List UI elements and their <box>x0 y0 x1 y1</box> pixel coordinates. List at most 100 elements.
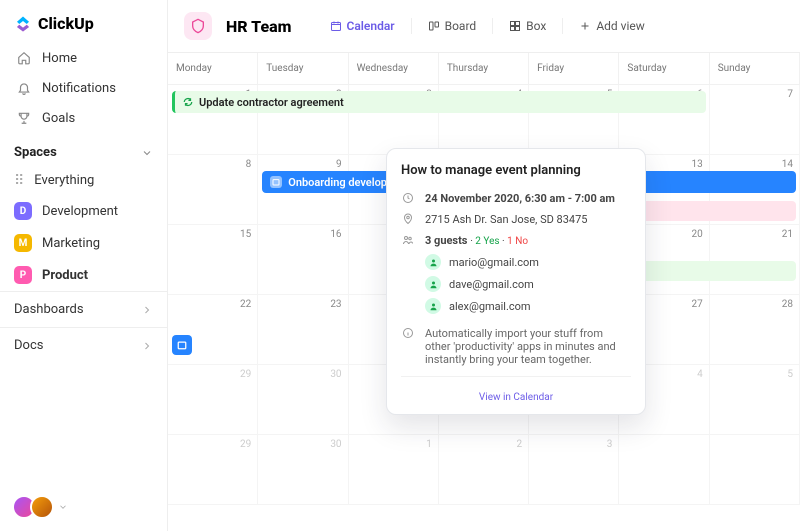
nav-notifications-label: Notifications <box>42 81 116 96</box>
calendar-cell[interactable]: 15 <box>168 225 258 295</box>
main: HR Team Calendar Board Box <box>168 0 800 531</box>
user-avatar-icon <box>425 276 441 292</box>
nav-home-label: Home <box>42 51 77 66</box>
calendar-cell[interactable] <box>619 435 709 505</box>
chevron-right-icon <box>141 340 153 352</box>
calendar-cell[interactable]: 30 <box>258 435 348 505</box>
guest-email: mario@gmail.com <box>449 256 539 269</box>
calendar-cell[interactable]: 21 <box>710 225 800 295</box>
date-number: 5 <box>787 369 793 380</box>
spaces-title: Spaces <box>14 145 57 160</box>
add-view[interactable]: Add view <box>571 15 652 37</box>
clickup-logo-icon <box>14 15 32 33</box>
calendar-chip-icon <box>270 176 282 188</box>
space-everything[interactable]: ⠿ Everything <box>0 166 167 195</box>
popover-datetime-value: 24 November 2020, 6:30 am - 7:00 am <box>425 192 615 205</box>
popover-title: How to manage event planning <box>401 163 631 178</box>
sidebar-dashboards[interactable]: Dashboards <box>0 291 167 327</box>
spaces-header[interactable]: Spaces <box>0 133 167 166</box>
clock-icon <box>401 192 415 204</box>
calendar-cell[interactable]: 3 <box>529 435 619 505</box>
space-development[interactable]: D Development <box>0 195 167 227</box>
date-number: 30 <box>330 369 341 380</box>
view-switcher: Calendar Board Box Add view <box>322 15 653 37</box>
popover-footer: View in Calendar <box>401 376 631 404</box>
date-number: 27 <box>691 299 702 310</box>
day-header: Wednesday <box>349 53 439 85</box>
date-number: 22 <box>240 299 251 310</box>
user-avatar-icon <box>425 298 441 314</box>
view-box-label: Box <box>526 19 546 33</box>
guest-item: mario@gmail.com <box>425 251 631 273</box>
calendar-cell[interactable]: 7 <box>710 85 800 155</box>
space-label: Product <box>42 268 88 283</box>
day-header: Saturday <box>619 53 709 85</box>
popover-guest-list: mario@gmail.com dave@gmail.com alex@gmai… <box>401 251 631 317</box>
date-number: 29 <box>240 439 251 450</box>
view-board-label: Board <box>445 19 477 33</box>
event-popover: How to manage event planning 24 November… <box>386 148 646 415</box>
calendar-icon <box>330 20 342 32</box>
brand-logo[interactable]: ClickUp <box>0 0 167 43</box>
date-number: 1 <box>426 439 432 450</box>
separator <box>411 18 412 34</box>
space-label: Marketing <box>42 236 100 251</box>
brand-name: ClickUp <box>38 14 94 33</box>
nav-goals-label: Goals <box>42 111 75 126</box>
space-chip-icon[interactable] <box>184 12 212 40</box>
page-title: HR Team <box>226 17 292 36</box>
event-mini[interactable] <box>172 335 192 355</box>
sidebar-docs-label: Docs <box>14 338 43 353</box>
guest-item: dave@gmail.com <box>425 273 631 295</box>
date-number: 21 <box>782 229 793 240</box>
day-header: Sunday <box>710 53 800 85</box>
calendar-cell[interactable]: 2 <box>439 435 529 505</box>
date-number: 4 <box>697 369 703 380</box>
view-box[interactable]: Box <box>501 15 554 37</box>
view-calendar-label: Calendar <box>347 19 395 33</box>
calendar-cell[interactable]: 1 <box>349 435 439 505</box>
topbar: HR Team Calendar Board Box <box>168 0 800 52</box>
view-board[interactable]: Board <box>420 15 485 37</box>
popover-datetime: 24 November 2020, 6:30 am - 7:00 am <box>401 188 631 209</box>
guest-email: alex@gmail.com <box>449 300 531 313</box>
calendar-cell[interactable]: 30 <box>258 365 348 435</box>
calendar-cell[interactable]: 8 <box>168 155 258 225</box>
popover-location: 2715 Ash Dr. San Jose, SD 83475 <box>401 209 631 230</box>
calendar-cell[interactable]: 28 <box>710 295 800 365</box>
nav-home[interactable]: Home <box>6 43 161 73</box>
nav-notifications[interactable]: Notifications <box>6 73 161 103</box>
avatar[interactable] <box>30 495 54 519</box>
space-marketing[interactable]: M Marketing <box>0 227 167 259</box>
user-avatar-icon <box>425 254 441 270</box>
sidebar-docs[interactable]: Docs <box>0 327 167 363</box>
calendar-cell[interactable]: 23 <box>258 295 348 365</box>
popover-info: Automatically import your stuff from oth… <box>401 323 631 370</box>
day-header: Thursday <box>439 53 529 85</box>
calendar-cell[interactable]: 29 <box>168 365 258 435</box>
add-view-label: Add view <box>596 19 644 33</box>
separator <box>562 18 563 34</box>
bell-icon <box>16 80 32 96</box>
date-number: 28 <box>782 299 793 310</box>
nav-goals[interactable]: Goals <box>6 103 161 133</box>
date-number: 13 <box>691 159 702 170</box>
view-calendar[interactable]: Calendar <box>322 15 403 37</box>
chevron-down-icon[interactable] <box>58 502 68 512</box>
guest-item: alex@gmail.com <box>425 295 631 317</box>
popover-guests-count: 3 guests <box>425 234 467 247</box>
calendar-cell[interactable]: 29 <box>168 435 258 505</box>
calendar-cell[interactable]: 16 <box>258 225 348 295</box>
space-product[interactable]: P Product <box>0 259 167 291</box>
space-label: Development <box>42 204 118 219</box>
plus-icon <box>579 20 591 32</box>
space-badge: P <box>14 266 32 284</box>
location-icon <box>401 213 415 225</box>
calendar-cell[interactable] <box>710 435 800 505</box>
popover-info-text: Automatically import your stuff from oth… <box>425 327 631 366</box>
calendar-cell[interactable]: 5 <box>710 365 800 435</box>
view-in-calendar-link[interactable]: View in Calendar <box>479 392 553 403</box>
date-number: 23 <box>330 299 341 310</box>
event-contractor[interactable]: Update contractor agreement <box>172 91 706 113</box>
trophy-icon <box>16 110 32 126</box>
